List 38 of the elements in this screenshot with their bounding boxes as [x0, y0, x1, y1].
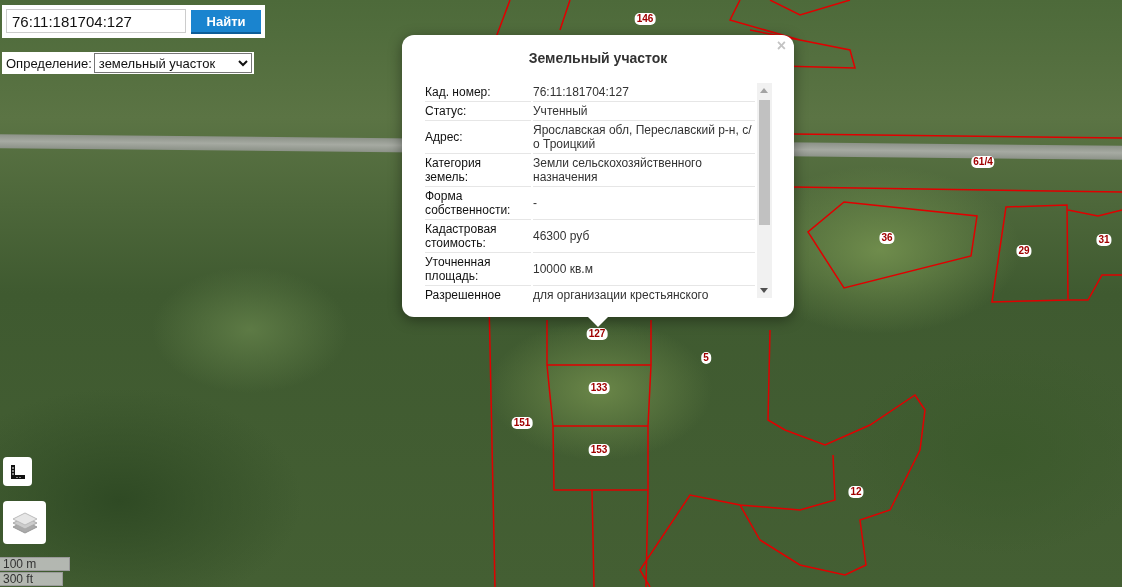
field-value: Учтенный — [533, 102, 755, 121]
ruler-icon — [9, 463, 26, 480]
parcel-number: 29 — [1016, 245, 1032, 257]
parcel-number: 61/4 — [971, 156, 995, 168]
search-field[interactable]: 76:11:181704:127 — [6, 9, 186, 33]
field-label: Статус: — [425, 102, 531, 121]
field-label: Адрес: — [425, 121, 531, 154]
field-value: 10000 кв.м — [533, 253, 755, 286]
popup-title: Земельный участок — [527, 50, 669, 66]
parcel-number: 36 — [879, 232, 895, 244]
scrollbar-drawing[interactable] — [757, 83, 772, 298]
popup-pointer — [587, 316, 609, 327]
definition-dropdown[interactable]: земельный участок — [93, 53, 252, 73]
field-value: - — [533, 187, 755, 220]
field-label: Уточненная площадь: — [425, 253, 531, 286]
parcel-number: 151 — [511, 417, 533, 429]
scale-bar: 300 ft — [0, 572, 63, 586]
field-label: Кад. номер: — [425, 83, 531, 102]
parcel-number: 31 — [1096, 234, 1112, 246]
field-value: 76:11:181704:127 — [533, 83, 755, 102]
definition-label: Определение: — [6, 55, 92, 71]
find-button[interactable]: Найти — [191, 10, 261, 34]
field-label: Разрешенное — [425, 286, 531, 303]
measure-button[interactable] — [3, 457, 32, 486]
scale-bar: 100 m — [0, 557, 70, 571]
field-value: для организации крестьянского — [533, 286, 755, 303]
field-value: Ярославская обл, Переславский р-н, с/о Троицкий — [533, 121, 755, 154]
field-value: Земли сельскохозяйственного назначения — [533, 154, 755, 187]
parcel-number: 146 — [634, 13, 656, 25]
field-label: Кадастровая стоимость: — [425, 220, 531, 253]
field-label: Форма собственности: — [425, 187, 531, 220]
field-label: Категория земель: — [425, 154, 531, 187]
field-value: 46300 руб — [533, 220, 755, 253]
parcel-number: 127 — [586, 328, 608, 340]
parcel-number: 5 — [701, 352, 711, 364]
parcel-number: 153 — [588, 444, 610, 456]
parcel-number: 12 — [848, 486, 864, 498]
parcel-number: 133 — [588, 382, 610, 394]
